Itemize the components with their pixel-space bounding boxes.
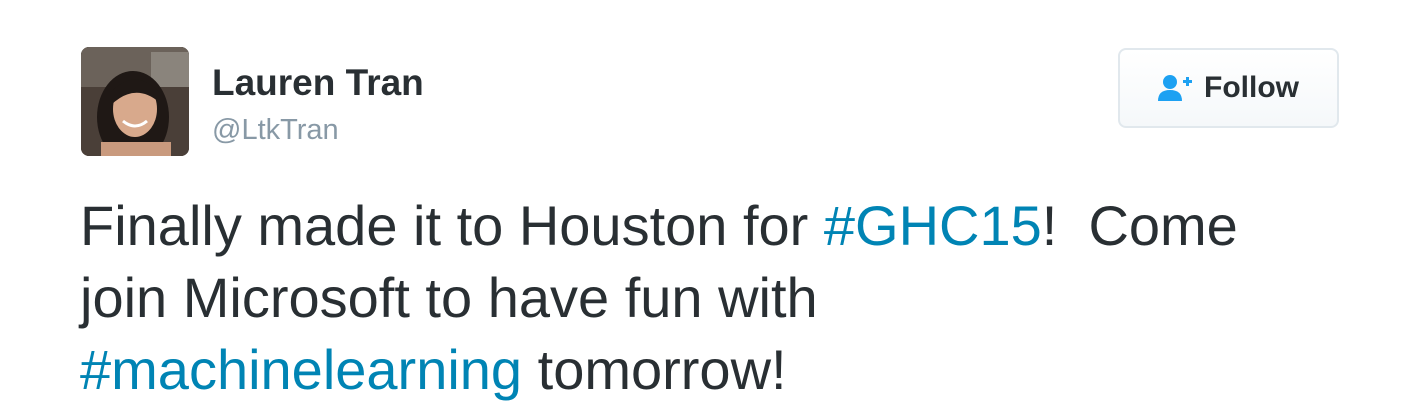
tweet-text-segment: join Microsoft to have fun with — [80, 266, 818, 329]
hashtag-link-ghc15[interactable]: #GHC15 — [824, 194, 1042, 257]
tweet-line-2: join Microsoft to have fun with — [80, 262, 1370, 334]
tweet-text-segment: Finally made it to Houston for — [80, 194, 824, 257]
user-handle[interactable]: @LtkTran — [212, 116, 339, 145]
avatar[interactable] — [81, 47, 189, 156]
avatar-photo — [81, 47, 189, 156]
follow-person-plus-icon — [1158, 75, 1192, 101]
tweet-line-3: #machinelearning tomorrow! — [80, 334, 1370, 406]
tweet-text: Finally made it to Houston for #GHC15! C… — [80, 190, 1370, 406]
tweet-card: Lauren Tran @LtkTran Follow Finally made… — [0, 0, 1405, 410]
tweet-line-1: Finally made it to Houston for #GHC15! C… — [80, 190, 1370, 262]
tweet-text-segment: ! Come — [1041, 194, 1238, 257]
user-display-name[interactable]: Lauren Tran — [212, 64, 424, 101]
follow-button[interactable]: Follow — [1118, 48, 1339, 128]
follow-button-label: Follow — [1204, 71, 1299, 104]
tweet-text-segment: tomorrow! — [522, 338, 787, 401]
hashtag-link-machinelearning[interactable]: #machinelearning — [80, 338, 522, 401]
